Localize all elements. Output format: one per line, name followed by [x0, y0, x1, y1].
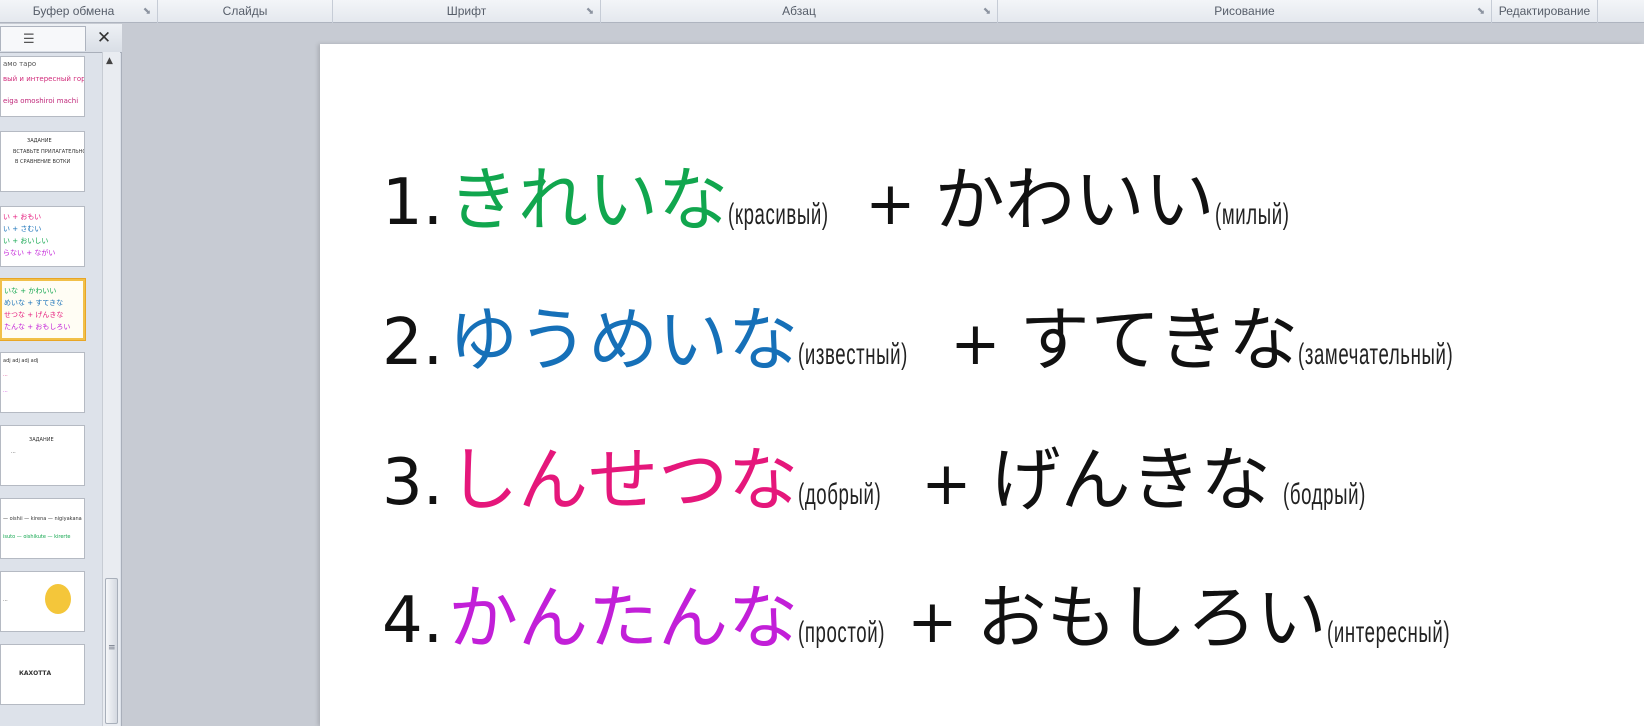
slide-row-2[interactable]: 2. ゆうめいな(известный) + すてきな(замечательный…: [382, 284, 1454, 385]
slide-thumbnail[interactable]: — oishii — kirena — nigiyakana isuto — o…: [0, 498, 85, 559]
thumbnail-text: ЗАДАНИЕ: [29, 437, 54, 443]
thumbnail-text: い + さむい: [3, 225, 42, 233]
slides-pane: ☰ ✕ амо таро вый и интересный город eiga…: [0, 24, 122, 726]
slide-thumbnail[interactable]: adj adj adj adj ... ...: [0, 352, 85, 413]
thumbnail-text: КАХОТТА: [19, 670, 52, 677]
adjective-japanese: きれいな: [448, 159, 729, 241]
ribbon-group-editing[interactable]: Редактирование: [1492, 0, 1598, 23]
plus-sign: +: [921, 449, 972, 519]
thumbnail-text: ...: [11, 449, 16, 455]
thumbnail-text: いな + かわいい: [4, 287, 57, 295]
adjective-translation: (красивый): [728, 198, 829, 231]
slide-thumbnail[interactable]: ЗАДАНИЕ ВСТАВЬТЕ ПРИЛАГАТЕЛЬНОЕ В СРАВНЕ…: [0, 131, 85, 192]
thumbnail-text: い + おもい: [3, 213, 42, 221]
slide-row-1[interactable]: 1. きれいな(красивый) + かわいい(милый): [382, 144, 1295, 245]
plus-sign: +: [950, 309, 1001, 379]
slide-row-4[interactable]: 4. かんたんな(простой) + おもしろい(интересный): [382, 562, 1450, 663]
thumbnail-text: eiga omoshiroi machi: [3, 97, 79, 105]
slide-row-3[interactable]: 3. しんせつな(добрый) + げんきな (бодрый): [382, 424, 1373, 525]
slide-thumbnail[interactable]: ЗАДАНИЕ ...: [0, 425, 85, 486]
adjective-japanese: かわいい: [934, 159, 1215, 241]
pane-tabs: ☰ ✕: [0, 24, 122, 53]
thumbnail-text: たんな + おもしろい: [4, 323, 71, 331]
dialog-launcher-icon[interactable]: ⬊: [142, 7, 152, 17]
adjective-japanese: かんたんな: [448, 577, 799, 659]
ribbon-group-label: Редактирование: [1498, 4, 1591, 18]
scroll-up-icon[interactable]: ▲: [106, 56, 113, 66]
plus-sign: +: [865, 169, 916, 239]
thumbnail-text: амо таро: [3, 60, 37, 68]
adjective-translation: (известный): [798, 338, 909, 371]
thumbnail-text: ЗАДАНИЕ: [27, 138, 52, 144]
thumbnail-text: В СРАВНЕНИЕ ВОТКИ: [15, 159, 71, 165]
thumbnail-text: ...: [3, 597, 8, 603]
adjective-translation: (простой): [798, 616, 886, 649]
close-pane-button[interactable]: ✕: [93, 28, 115, 48]
scrollbar-thumb[interactable]: ≡: [105, 578, 118, 724]
ribbon-group-paragraph[interactable]: Абзац ⬊: [601, 0, 998, 23]
grip-icon: ≡: [108, 643, 116, 653]
slide-thumbnail[interactable]: КАХОТТА: [0, 644, 85, 705]
slide-thumbnail-list: амо таро вый и интересный город eiga omo…: [0, 52, 102, 726]
item-number: 2.: [382, 306, 444, 380]
ribbon-group-label: Рисование: [1214, 4, 1275, 18]
thumbnail-text: ...: [3, 372, 8, 378]
thumbnail-text: — oishii — kirena — nigiyakana: [3, 516, 82, 522]
thumbnail-scrollbar[interactable]: ▲ ≡: [102, 52, 120, 726]
adjective-japanese: ゆうめいな: [448, 299, 799, 381]
ribbon-group-font[interactable]: Шрифт ⬊: [333, 0, 601, 23]
item-number: 4.: [382, 584, 444, 658]
slide-canvas[interactable]: 1. きれいな(красивый) + かわいい(милый) 2. ゆうめいな…: [320, 44, 1644, 726]
dialog-launcher-icon[interactable]: ⬊: [585, 7, 595, 17]
ribbon-group-slides[interactable]: Слайды: [158, 0, 333, 23]
adjective-translation: (милый): [1214, 198, 1290, 231]
thumbnail-text: ВСТАВЬТЕ ПРИЛАГАТЕЛЬНОЕ: [13, 149, 85, 155]
slide-thumbnail[interactable]: ...: [0, 571, 85, 632]
item-number: 3.: [382, 446, 444, 520]
adjective-translation: (замечательный): [1298, 338, 1454, 371]
adjective-japanese: しんせつな: [448, 439, 799, 521]
thumbnail-text: せつな + げんきな: [4, 311, 64, 319]
plus-sign: +: [907, 587, 958, 657]
ribbon-group-clipboard[interactable]: Буфер обмена ⬊: [0, 0, 158, 23]
close-icon: ✕: [96, 28, 112, 48]
ribbon-group-drawing[interactable]: Рисование ⬊: [998, 0, 1492, 23]
thumbnail-text: вый и интересный город: [3, 75, 84, 83]
chick-illustration: [45, 584, 71, 614]
tab-outline[interactable]: ☰: [0, 26, 86, 51]
thumbnail-text: い + おいしい: [3, 237, 49, 245]
ribbon-group-label: Абзац: [782, 4, 816, 18]
thumbnail-text: らない + ながい: [3, 249, 56, 257]
outline-icon: ☰: [23, 32, 35, 47]
adjective-translation: (интересный): [1326, 616, 1450, 649]
ribbon-group-bar: Буфер обмена ⬊ Слайды Шрифт ⬊ Абзац ⬊ Ри…: [0, 0, 1644, 23]
slide-thumbnail-selected[interactable]: いな + かわいい めいな + すてきな せつな + げんきな たんな + おも…: [0, 279, 85, 340]
thumbnail-text: isuto — oishikute — kirerte: [3, 534, 71, 540]
thumbnail-text: めいな + すてきな: [4, 299, 64, 307]
item-number: 1.: [382, 166, 444, 240]
thumbnail-text: ...: [3, 388, 8, 394]
ribbon-group-label: Шрифт: [446, 4, 487, 18]
thumbnail-text: adj adj adj adj: [3, 358, 39, 364]
adjective-translation: (бодрый): [1282, 478, 1366, 511]
slide-thumbnail[interactable]: い + おもい い + さむい い + おいしい らない + ながい: [0, 206, 85, 267]
slide-thumbnail[interactable]: амо таро вый и интересный город eiga omo…: [0, 56, 85, 117]
adjective-translation: (добрый): [798, 478, 882, 511]
ribbon-group-label: Слайды: [222, 4, 268, 18]
dialog-launcher-icon[interactable]: ⬊: [982, 7, 992, 17]
dialog-launcher-icon[interactable]: ⬊: [1476, 7, 1486, 17]
adjective-japanese: げんきな: [990, 439, 1271, 521]
ribbon-group-label: Буфер обмена: [32, 4, 115, 18]
adjective-japanese: おもしろい: [976, 577, 1327, 659]
adjective-japanese: すてきな: [1019, 299, 1299, 381]
